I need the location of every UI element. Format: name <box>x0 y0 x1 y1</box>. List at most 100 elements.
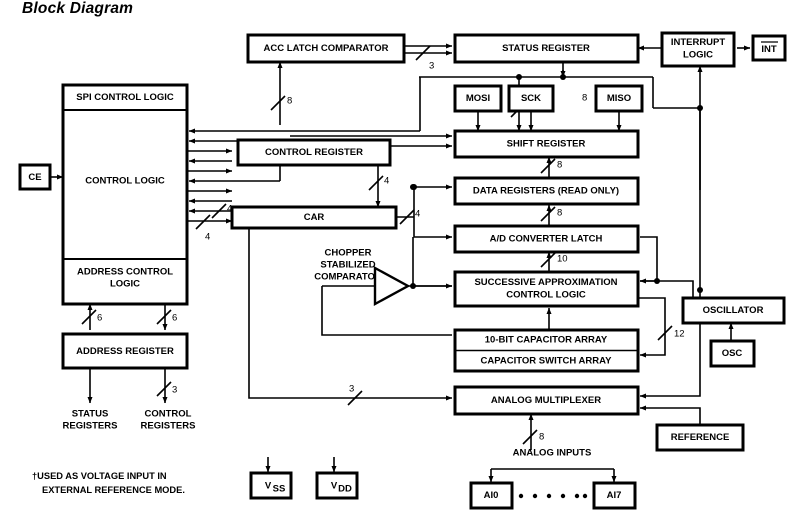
block-mosi[interactable]: MOSI <box>453 84 503 113</box>
block-address-register-label: ADDRESS REGISTER <box>76 346 174 357</box>
slash-sar-10 <box>540 252 556 268</box>
block-vdd[interactable]: V DD <box>315 471 359 500</box>
block-successive-approximation[interactable]: SUCCESSIVE APPROXIMATION CONTROL LOGIC <box>453 270 640 308</box>
block-sck-label: SCK <box>521 93 541 104</box>
block-status-register-label: STATUS REGISTER <box>502 43 590 54</box>
label-capsw-12: 12 <box>674 329 685 340</box>
block-control-register-label: CONTROL REGISTER <box>265 147 363 158</box>
label-shift-8: 8 <box>582 93 587 104</box>
block-ai0[interactable]: AI0 <box>469 481 514 510</box>
block-interrupt-logic-label-2: LOGIC <box>683 50 713 61</box>
block-ce-label: CE <box>28 172 41 183</box>
slash-addr-up-6 <box>81 309 97 325</box>
block-control-logic-label: CONTROL LOGIC <box>85 176 165 187</box>
label-chopper-3: COMPARATOR <box>314 272 382 283</box>
block-spi-control-logic-label: SPI CONTROL LOGIC <box>76 92 174 103</box>
slash-ctrlreg-car-4 <box>368 175 384 191</box>
slash-addrreg-3 <box>156 381 172 397</box>
block-status-register[interactable]: STATUS REGISTER <box>453 33 640 64</box>
block-analog-multiplexer[interactable]: ANALOG MULTIPLEXER <box>453 385 640 416</box>
block-vdd-subscript: DD <box>338 484 352 495</box>
block-data-registers-label: DATA REGISTERS (READ ONLY) <box>473 186 619 197</box>
label-ctrlreg-car-4: 4 <box>384 176 389 187</box>
label-analog-inputs: ANALOG INPUTS <box>513 448 592 459</box>
block-mosi-label: MOSI <box>466 93 490 104</box>
label-status-registers-2: REGISTERS <box>63 421 118 432</box>
label-analog-8: 8 <box>539 432 544 443</box>
wire-reference-to-mux <box>639 405 701 425</box>
block-successive-approx-label-2: CONTROL LOGIC <box>506 290 586 301</box>
block-vss[interactable]: V SS <box>249 471 293 500</box>
slash-adc-8 <box>540 206 556 222</box>
slash-acc-8 <box>270 95 286 111</box>
block-acc-latch-comparator[interactable]: ACC LATCH COMPARATOR <box>246 33 406 64</box>
block-diagram-svg: 8 3 4 4 4 4 8 8 8 10 12 6 6 3 3 8 CE SPI… <box>18 31 787 510</box>
label-addr-down-6: 6 <box>172 313 177 324</box>
block-analog-multiplexer-label: ANALOG MULTIPLEXER <box>491 395 601 406</box>
block-oscillator-label: OSCILLATOR <box>703 305 764 316</box>
block-miso-label: MISO <box>607 93 631 104</box>
slash-addr-down-6 <box>156 309 172 325</box>
block-address-control-logic-label-2: LOGIC <box>110 279 140 290</box>
block-ai7-label: AI7 <box>607 490 622 501</box>
block-interrupt-logic[interactable]: INTERRUPT LOGIC <box>660 31 736 68</box>
block-vdd-label: V <box>331 481 338 492</box>
block-car-label: CAR <box>304 212 325 223</box>
label-adc-data-8: 8 <box>557 208 562 219</box>
label-control-registers-2: REGISTERS <box>141 421 196 432</box>
label-addr-up-6: 6 <box>97 313 102 324</box>
block-successive-approx-label-1: SUCCESSIVE APPROXIMATION <box>474 277 617 288</box>
label-status-registers-1: STATUS <box>72 409 109 420</box>
block-ai0-label: AI0 <box>484 490 499 501</box>
block-shift-register-label: SHIFT REGISTER <box>507 139 586 150</box>
wire-adclatch-to-sar-right <box>639 236 658 284</box>
block-reference-label: REFERENCE <box>671 432 730 443</box>
block-vss-label: V <box>265 481 272 492</box>
block-data-registers[interactable]: DATA REGISTERS (READ ONLY) <box>453 176 640 206</box>
comparator-triangle-icon <box>373 265 411 307</box>
block-miso[interactable]: MISO <box>594 84 644 113</box>
ellipsis-dots <box>518 493 588 499</box>
slash-car-out-4 <box>195 214 211 230</box>
label-car-right-4: 4 <box>415 209 420 220</box>
label-status-3: 3 <box>429 61 434 72</box>
block-capacitor-array-label: 10-BIT CAPACITOR ARRAY <box>485 335 608 346</box>
block-address-register[interactable]: ADDRESS REGISTER <box>61 332 189 370</box>
block-ai7[interactable]: AI7 <box>592 481 637 510</box>
block-int[interactable]: INT <box>751 34 787 62</box>
block-address-control-logic-label-1: ADDRESS CONTROL <box>77 267 173 278</box>
label-acc-8: 8 <box>287 96 292 107</box>
block-ad-converter-latch[interactable]: A/D CONVERTER LATCH <box>453 224 640 254</box>
block-shift-register[interactable]: SHIFT REGISTER <box>453 129 640 159</box>
block-control-register[interactable]: CONTROL REGISTER <box>236 138 392 167</box>
block-ad-converter-latch-label: A/D CONVERTER LATCH <box>490 234 603 245</box>
block-ce[interactable]: CE <box>18 163 52 191</box>
slash-analog-8 <box>522 429 538 445</box>
block-car[interactable]: CAR <box>230 205 398 230</box>
block-osc[interactable]: OSC <box>709 339 756 368</box>
wire-sar-to-capswitch <box>637 297 666 358</box>
label-control-registers-1: CONTROL <box>145 409 192 420</box>
block-int-label: INT <box>761 44 777 55</box>
block-diagram-page: Block Diagram 8 3 4 4 4 4 8 8 8 10 12 6 … <box>0 0 796 527</box>
block-oscillator[interactable]: OSCILLATOR <box>681 296 786 325</box>
label-chopper-1: CHOPPER <box>325 248 372 259</box>
block-acc-latch-comparator-label: ACC LATCH COMPARATOR <box>264 43 389 54</box>
footnote-line-2: EXTERNAL REFERENCE MODE. <box>42 485 185 495</box>
junction-sar-right <box>654 278 660 284</box>
block-reference[interactable]: REFERENCE <box>655 423 745 452</box>
block-osc-label: OSC <box>722 348 743 359</box>
block-capacitor-switch-array-label: CAPACITOR SWITCH ARRAY <box>481 356 613 367</box>
junction-comparator-top <box>410 184 416 190</box>
label-addrreg-3: 3 <box>172 385 177 396</box>
wire-3bit-to-status <box>403 50 453 62</box>
label-datareg-shift-8: 8 <box>557 160 562 171</box>
block-sck[interactable]: SCK <box>507 84 555 113</box>
label-chopper-2: STABILIZED <box>320 260 375 271</box>
block-interrupt-logic-label-1: INTERRUPT <box>671 37 726 48</box>
label-sar-adc-10: 10 <box>557 254 568 265</box>
slash-datareg-8 <box>540 158 556 174</box>
footnote-line-1: †USED AS VOLTAGE INPUT IN <box>32 471 167 481</box>
block-vss-subscript: SS <box>273 484 286 495</box>
label-mux-3: 3 <box>349 384 354 395</box>
